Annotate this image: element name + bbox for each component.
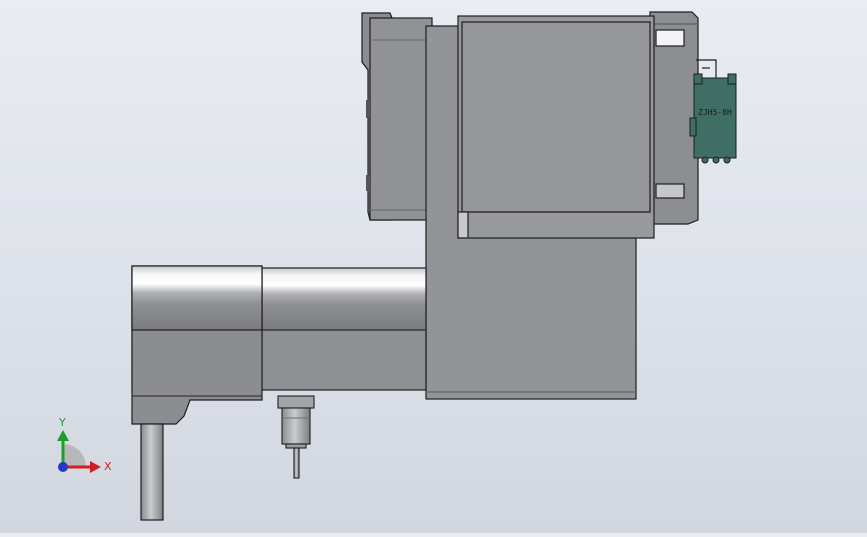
y-axis-label: Y — [58, 416, 66, 429]
coordinate-triad: Y X — [57, 416, 112, 473]
spindle-tip[interactable] — [277, 395, 315, 479]
model-view[interactable]: ZJH5-8H Y X — [0, 0, 867, 533]
z-axis-icon — [58, 462, 68, 472]
connector-label: ZJH5-8H — [698, 108, 732, 117]
vertical-rod[interactable] — [140, 423, 164, 521]
x-axis-label: X — [104, 460, 112, 473]
front-cover-plate[interactable] — [457, 15, 655, 239]
left-end-cap[interactable] — [131, 265, 263, 425]
cad-graphics-viewport[interactable]: ZJH5-8H Y X — [0, 0, 867, 533]
connector-block[interactable]: ZJH5-8H — [689, 59, 737, 164]
